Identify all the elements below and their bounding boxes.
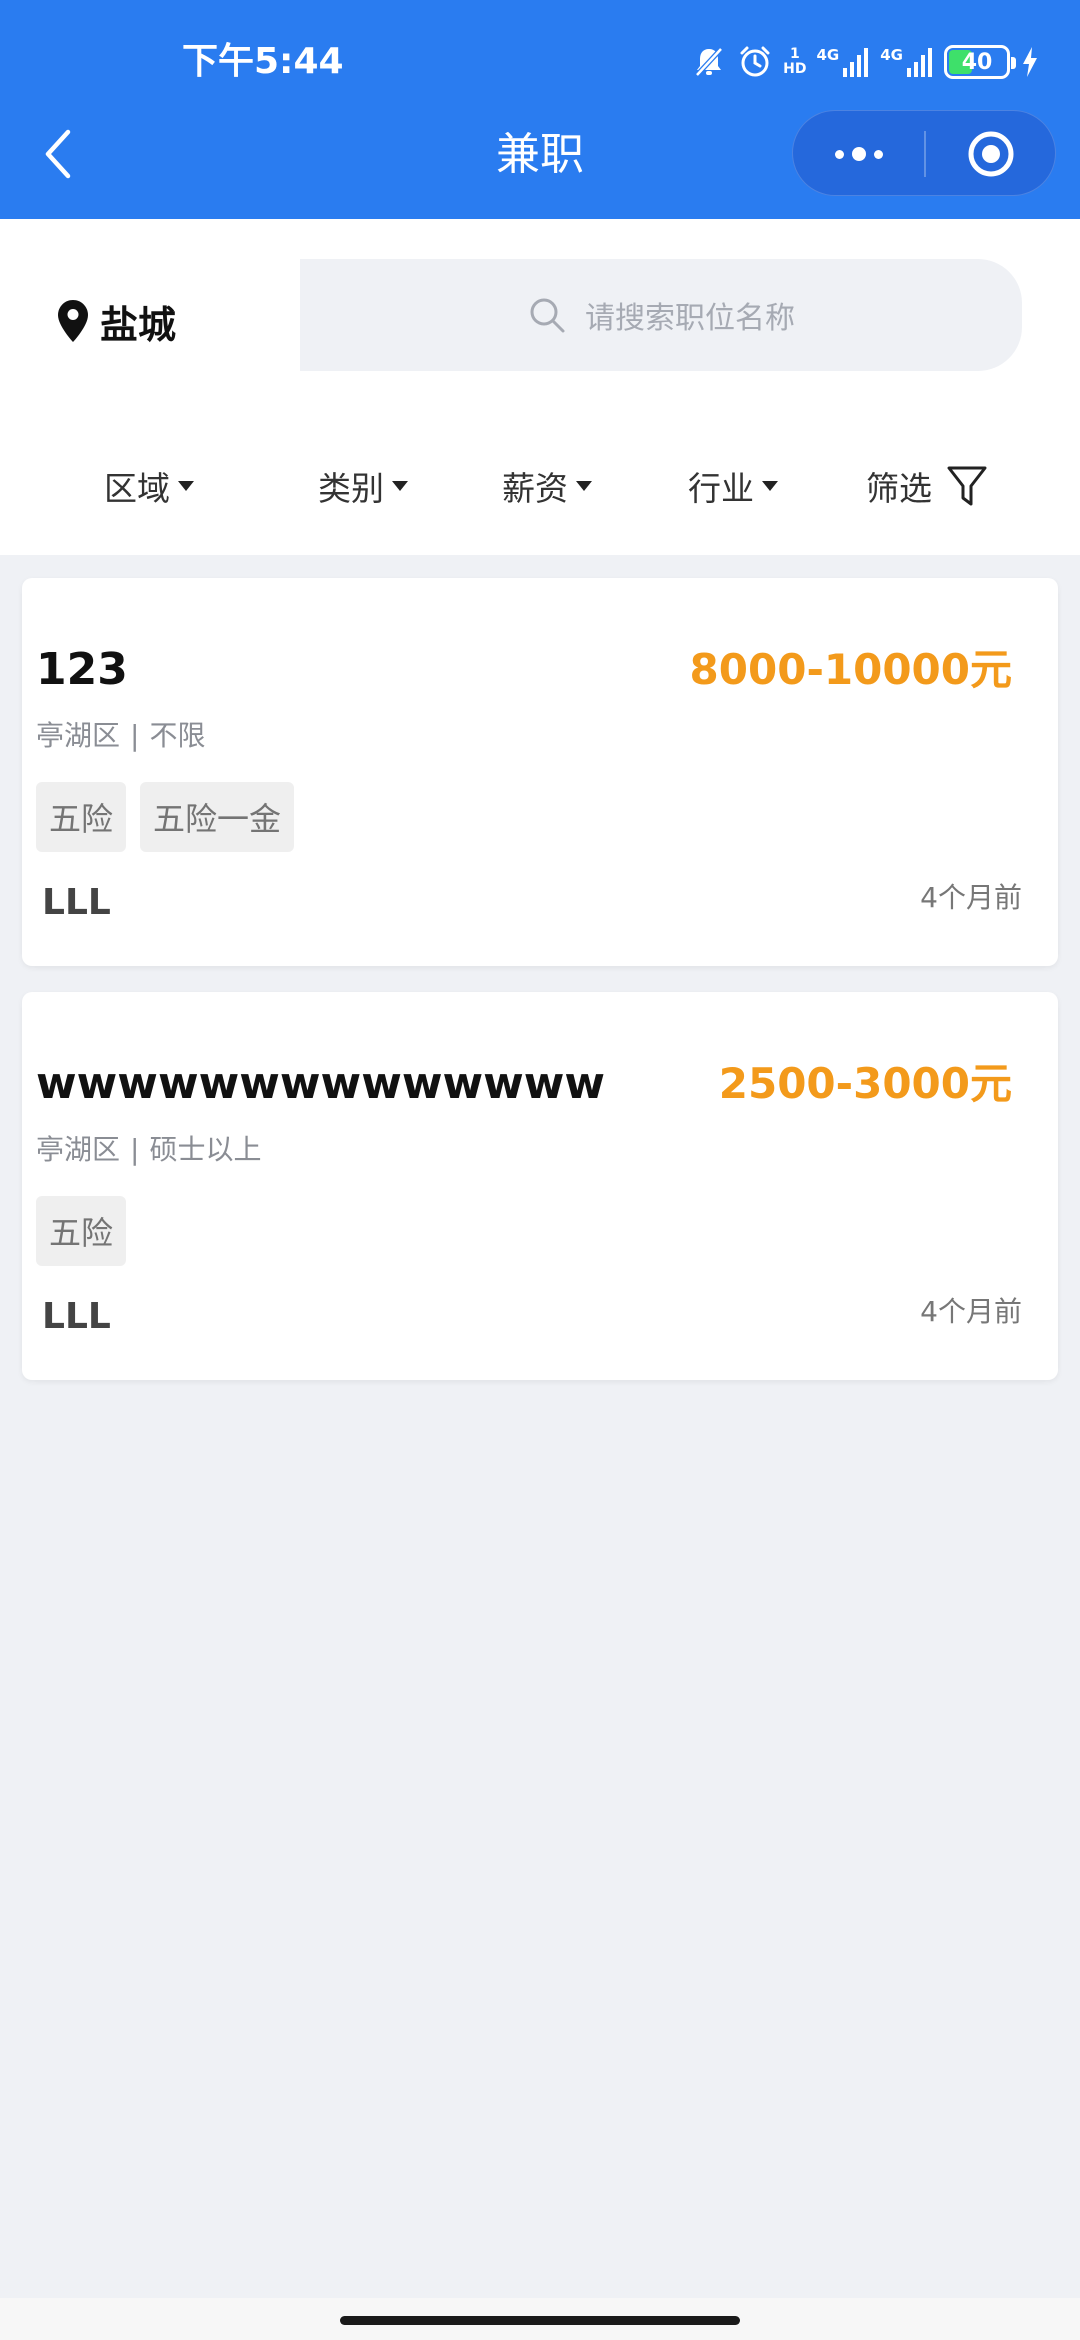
meta-separator: | [130, 1133, 140, 1166]
page-title: 兼职 [496, 129, 584, 180]
funnel-icon [947, 466, 987, 506]
filter-tab-salary[interactable]: 薪资 [502, 451, 592, 521]
job-meta: 亭湖区 | 硕士以上 [36, 1130, 261, 1170]
battery-level: 40 [961, 49, 993, 75]
filter-tabs: 区域 类别 薪资 行业 筛选 [0, 451, 1080, 521]
more-dot-icon [852, 147, 866, 161]
location-pin-icon [58, 300, 88, 342]
hd-indicator-icon: 1 HD [783, 47, 806, 77]
job-tag: 五险 [36, 782, 127, 852]
filter-tab-category[interactable]: 类别 [318, 451, 408, 521]
filter-tab-label: 行业 [688, 469, 754, 508]
signal-bars-icon [843, 48, 869, 77]
header: 下午5:44 1 HD 4G 4G 40 兼职 [0, 0, 1080, 219]
caret-down-icon [392, 481, 408, 491]
job-posted-time: 4个月前 [920, 1295, 1022, 1328]
gesture-bar [0, 2298, 1080, 2340]
job-card[interactable]: wwwwwwwwwwwwww 2500-3000元 亭湖区 | 硕士以上 五险 … [22, 992, 1058, 1380]
filter-panel: 盐城 请搜索职位名称 区域 类别 薪资 行业 筛选 [0, 219, 1080, 555]
job-title: wwwwwwwwwwwwww [36, 1058, 606, 1109]
more-button[interactable] [793, 111, 925, 197]
alarm-icon [740, 46, 770, 77]
city-selector[interactable]: 盐城 [56, 291, 176, 351]
job-tags: 五险 [36, 1196, 127, 1266]
mini-program-capsule [792, 110, 1056, 196]
more-dot-icon [874, 149, 883, 159]
job-tag: 五险一金 [140, 782, 295, 852]
target-circle-icon [968, 131, 1014, 177]
job-requirement: 不限 [149, 719, 206, 752]
caret-down-icon [178, 481, 194, 491]
job-company: LLL [42, 1296, 111, 1337]
mute-bell-icon [695, 47, 723, 77]
hd-indicator-top: 1 [789, 46, 800, 62]
city-label: 盐城 [100, 302, 177, 347]
search-input[interactable]: 请搜索职位名称 [300, 259, 1022, 371]
job-district: 亭湖区 [36, 719, 121, 752]
filter-tab-label: 薪资 [502, 469, 568, 508]
job-company: LLL [42, 882, 111, 923]
filter-tab-label: 筛选 [866, 469, 932, 508]
screen: 下午5:44 1 HD 4G 4G 40 兼职 盐城 请搜索职位名称 区域 类别… [0, 0, 1080, 2340]
more-dot-icon [835, 149, 844, 159]
signal-bars-icon [907, 48, 932, 77]
job-tags: 五险 五险一金 [36, 782, 295, 852]
battery-icon: 40 [944, 45, 1016, 79]
signal-1-label: 4G [816, 46, 840, 64]
status-icons: 1 HD 4G 4G 40 [691, 38, 1040, 86]
filter-tab-filter[interactable]: 筛选 [866, 451, 988, 521]
hd-indicator-bottom: HD [783, 61, 807, 77]
charging-bolt-icon [1023, 47, 1037, 77]
job-salary: 8000-10000元 [689, 645, 1012, 694]
job-district: 亭湖区 [36, 1133, 121, 1166]
job-salary: 2500-3000元 [718, 1059, 1012, 1108]
filter-tab-label: 类别 [318, 469, 384, 508]
job-tag: 五险 [36, 1196, 127, 1266]
job-title: 123 [36, 644, 128, 695]
caret-down-icon [576, 481, 592, 491]
chevron-left-icon [45, 129, 71, 179]
search-inner: 请搜索职位名称 [300, 259, 1022, 371]
filter-tab-region[interactable]: 区域 [104, 451, 194, 521]
caret-down-icon [762, 481, 778, 491]
back-button[interactable] [28, 118, 88, 190]
filter-tab-label: 区域 [104, 469, 170, 508]
job-requirement: 硕士以上 [149, 1133, 262, 1166]
job-card[interactable]: 123 8000-10000元 亭湖区 | 不限 五险 五险一金 LLL 4个月… [22, 578, 1058, 966]
home-indicator[interactable] [340, 2316, 740, 2325]
signal-2-label: 4G [880, 46, 903, 64]
job-meta: 亭湖区 | 不限 [36, 716, 205, 756]
close-mini-program-button[interactable] [925, 111, 1057, 197]
search-icon [530, 298, 565, 333]
status-time: 下午5:44 [182, 41, 344, 82]
battery-nub [1011, 57, 1016, 69]
signal-2: 4G [880, 46, 934, 78]
signal-1: 4G [817, 46, 871, 78]
filter-tab-industry[interactable]: 行业 [688, 451, 778, 521]
search-placeholder: 请搜索职位名称 [585, 301, 795, 336]
meta-separator: | [130, 719, 140, 752]
job-posted-time: 4个月前 [920, 881, 1022, 914]
